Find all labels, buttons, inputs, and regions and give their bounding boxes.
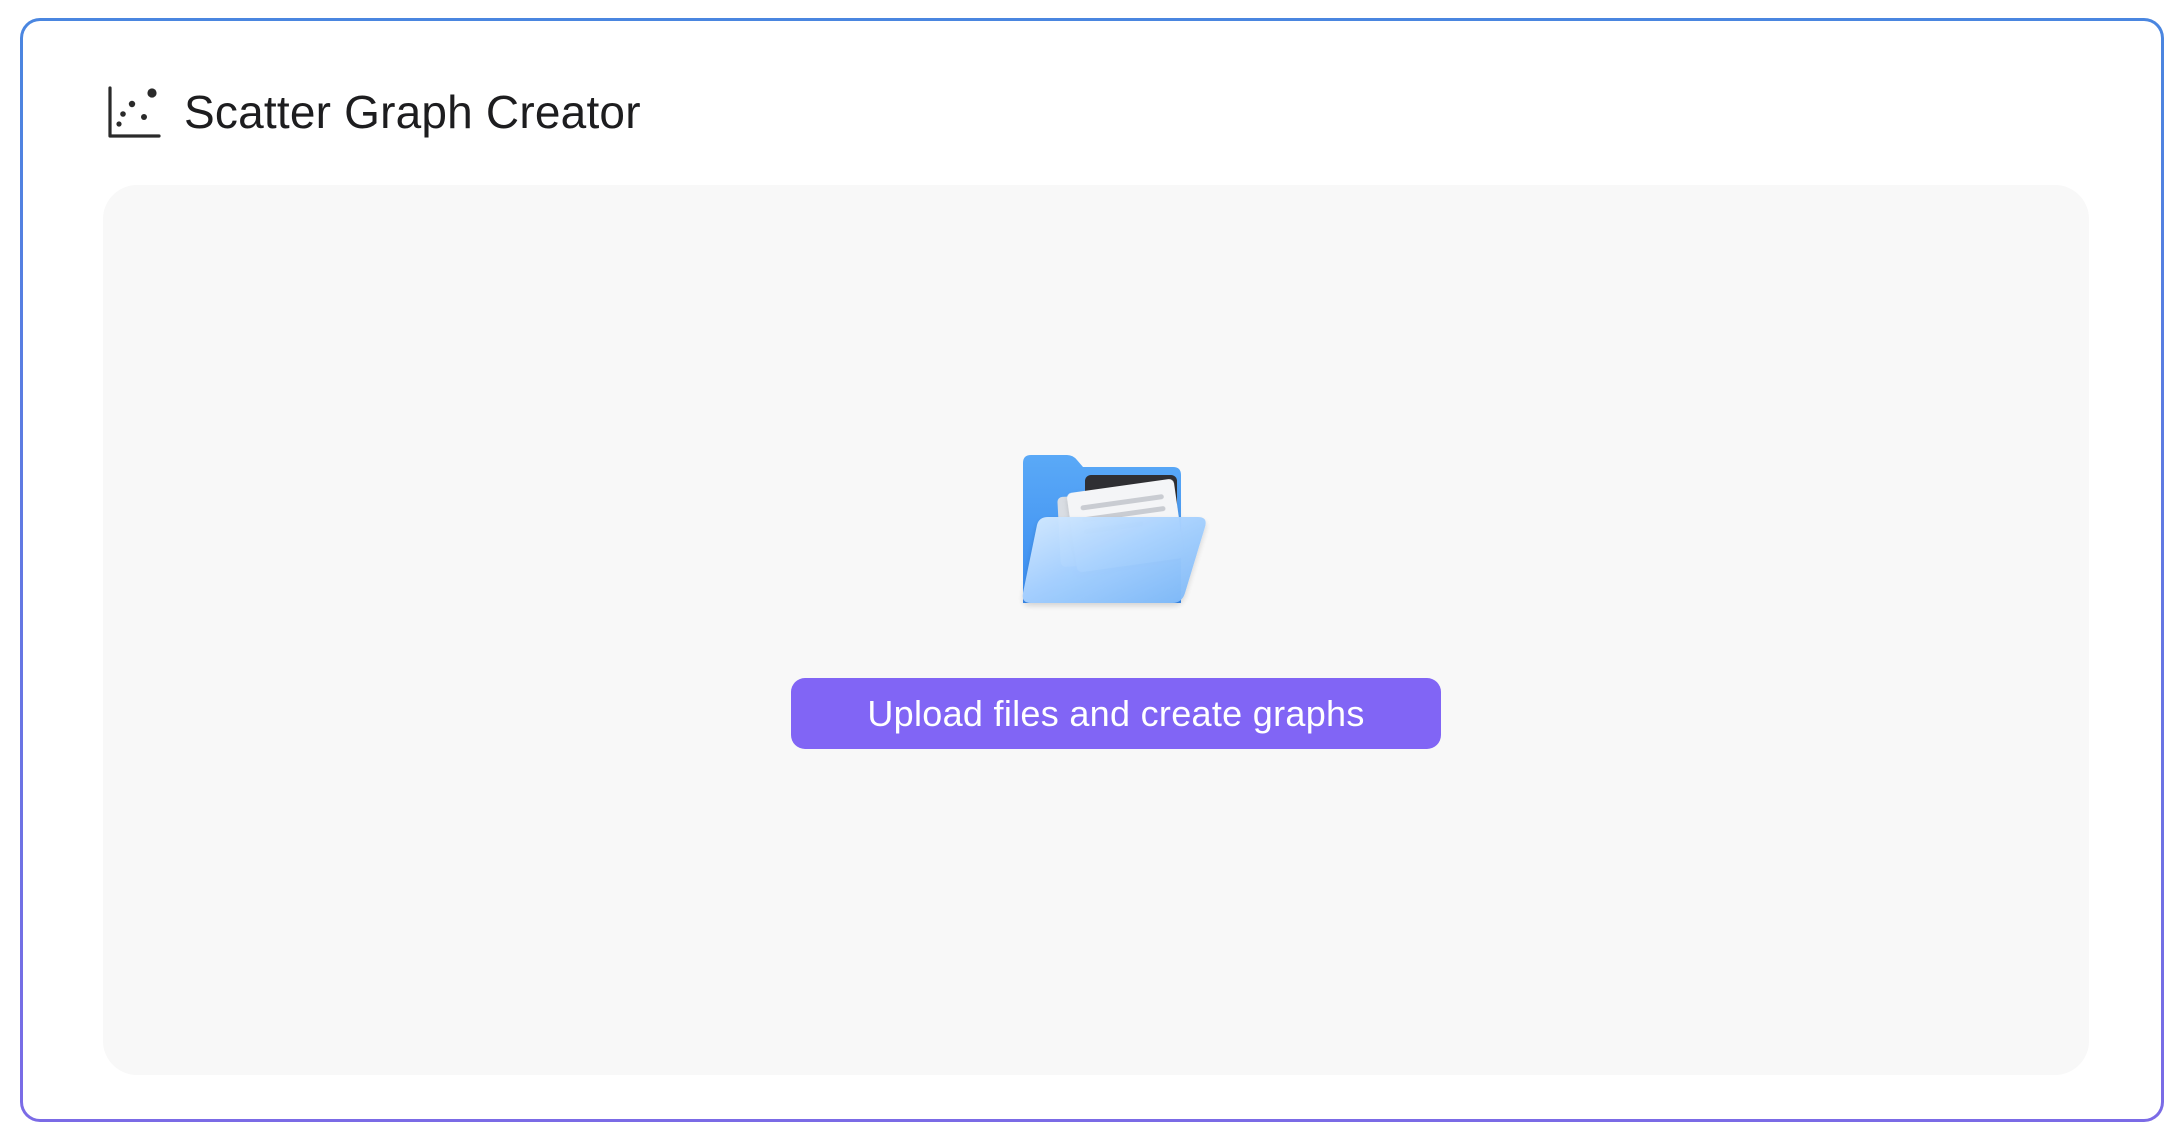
open-folder-with-documents-icon	[1022, 455, 1206, 603]
upload-files-button[interactable]: Upload files and create graphs	[791, 678, 1441, 749]
app-window-frame: Scatter Graph Creator Upload files and c…	[20, 18, 2164, 1122]
scatter-chart-icon	[108, 86, 161, 138]
upload-dropzone[interactable]: Upload files and create graphs	[103, 185, 2089, 1075]
app-window: Scatter Graph Creator Upload files and c…	[23, 21, 2161, 1119]
app-header: Scatter Graph Creator	[106, 75, 641, 149]
page-title: Scatter Graph Creator	[184, 86, 641, 138]
